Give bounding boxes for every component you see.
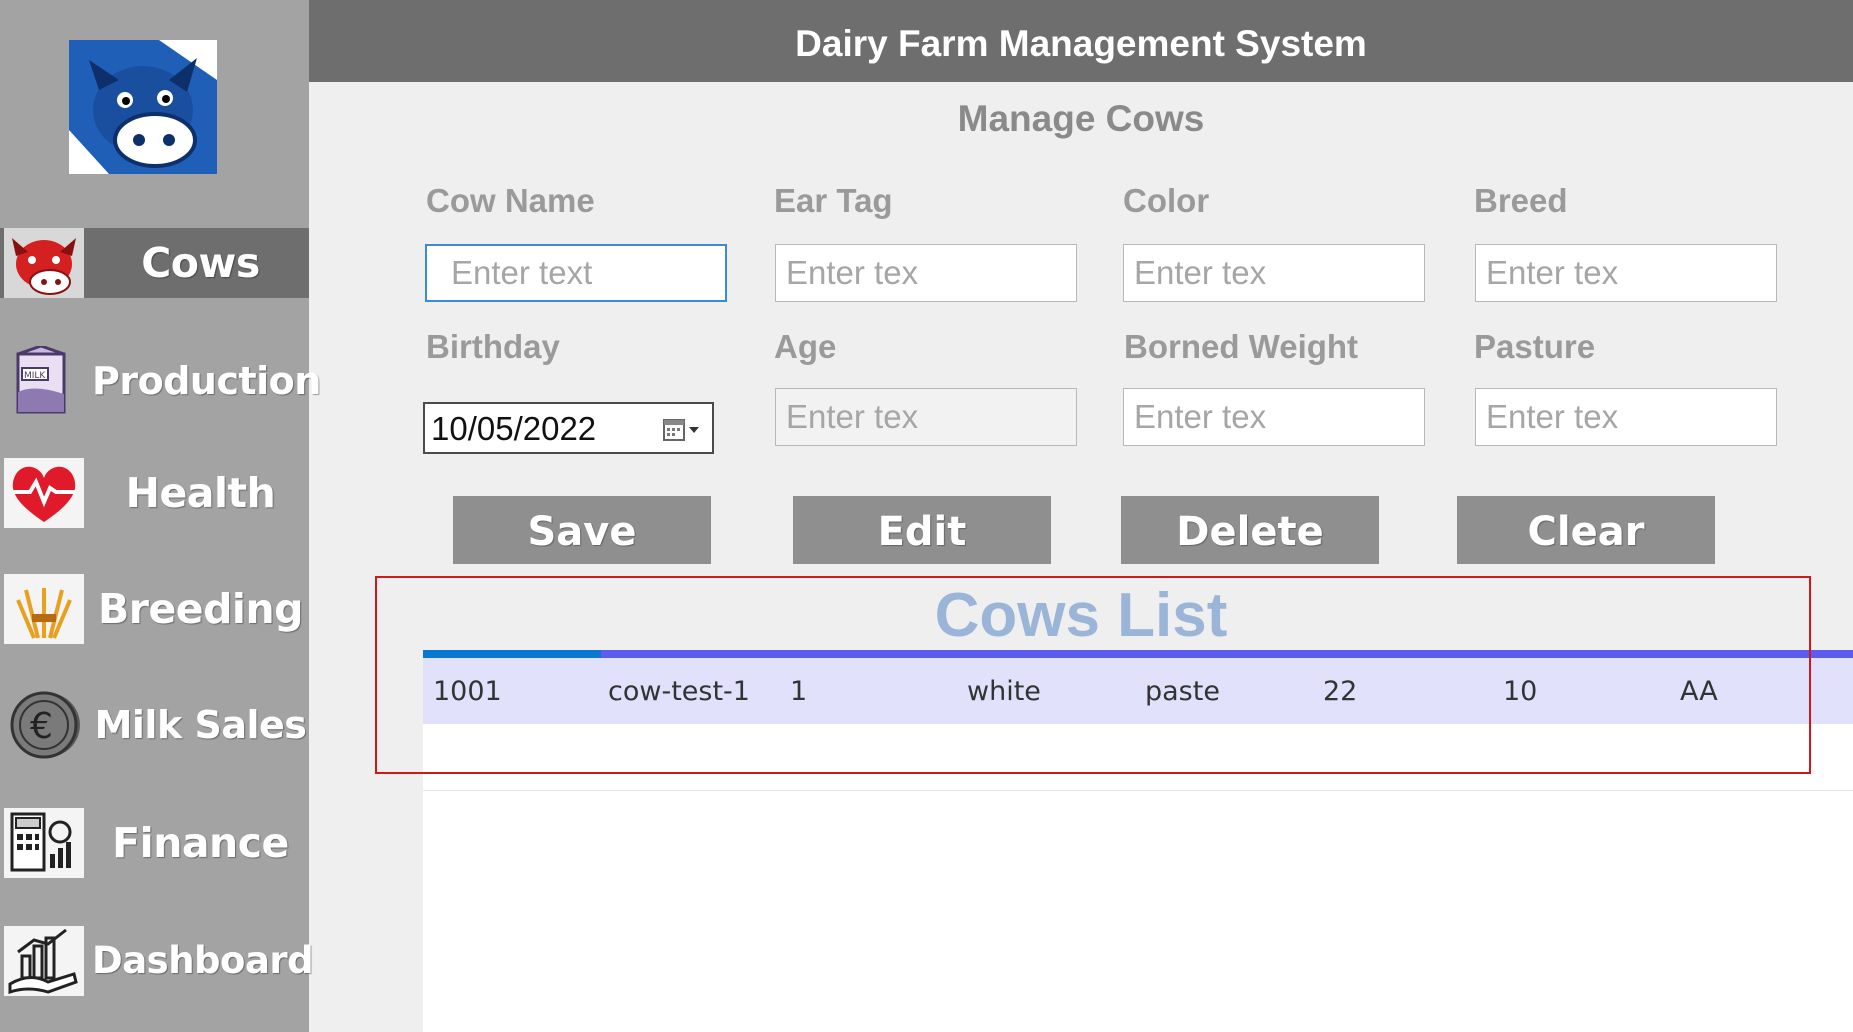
app-header: Dairy Farm Management System [309,0,1853,82]
sidebar-item-label: Finance [112,819,289,867]
sidebar-item-cows[interactable]: Cows [0,228,309,298]
sidebar-item-label: Breeding [97,585,304,633]
cow-name-input[interactable] [425,244,727,302]
age-label: Age [774,328,837,365]
highlight-annotation-box [375,576,1811,774]
page-title: Manage Cows [957,98,1205,139]
svg-text:€: € [30,706,53,747]
borned-weight-input[interactable] [1123,388,1425,446]
sidebar-item-milk-sales[interactable]: € Milk Sales [0,690,309,760]
sidebar-item-label: Health [125,469,276,517]
app-logo [69,40,217,174]
wheat-icon [4,574,84,644]
breed-input[interactable] [1475,244,1777,302]
birthday-label: Birthday [426,328,560,365]
age-input[interactable] [775,388,1077,446]
milk-carton-icon: MILK [4,346,84,416]
sidebar: Cows MILK Production Health Breeding € M… [0,0,321,1032]
delete-button[interactable]: Delete [1121,496,1379,564]
app-title: Dairy Farm Management System [795,23,1367,64]
sidebar-item-health[interactable]: Health [0,458,309,528]
cow-name-label: Cow Name [426,182,595,219]
color-input[interactable] [1123,244,1425,302]
grid-divider [423,790,1853,791]
birthday-date-picker[interactable]: 10/05/2022 [423,402,714,454]
ear-tag-label: Ear Tag [774,182,893,219]
borned-weight-label: Borned Weight [1124,328,1359,365]
edit-button[interactable]: Edit [793,496,1051,564]
sidebar-item-finance[interactable]: Finance [0,808,309,878]
cow-logo-icon [69,40,217,174]
clear-button[interactable]: Clear [1457,496,1715,564]
dashboard-chart-icon [4,926,84,996]
pasture-label: Pasture [1474,328,1596,365]
sidebar-item-breeding[interactable]: Breeding [0,574,309,644]
sidebar-item-label: Dashboard [92,939,314,982]
cow-icon [4,228,84,298]
calendar-dropdown-icon[interactable] [662,417,702,443]
euro-coin-icon: € [4,690,84,760]
save-button[interactable]: Save [453,496,711,564]
sidebar-item-label: Production [92,359,321,403]
color-label: Color [1123,182,1210,219]
breed-label: Breed [1474,182,1568,219]
birthday-value: 10/05/2022 [431,410,597,447]
ear-tag-input[interactable] [775,244,1077,302]
calculator-chart-icon [4,808,84,878]
pasture-input[interactable] [1475,388,1777,446]
heart-pulse-icon [4,458,84,528]
sidebar-item-label: Milk Sales [94,703,307,747]
sidebar-item-label: Cows [141,239,260,287]
sidebar-item-production[interactable]: MILK Production [0,346,321,416]
sidebar-item-dashboard[interactable]: Dashboard [0,926,314,996]
svg-text:MILK: MILK [24,371,46,381]
